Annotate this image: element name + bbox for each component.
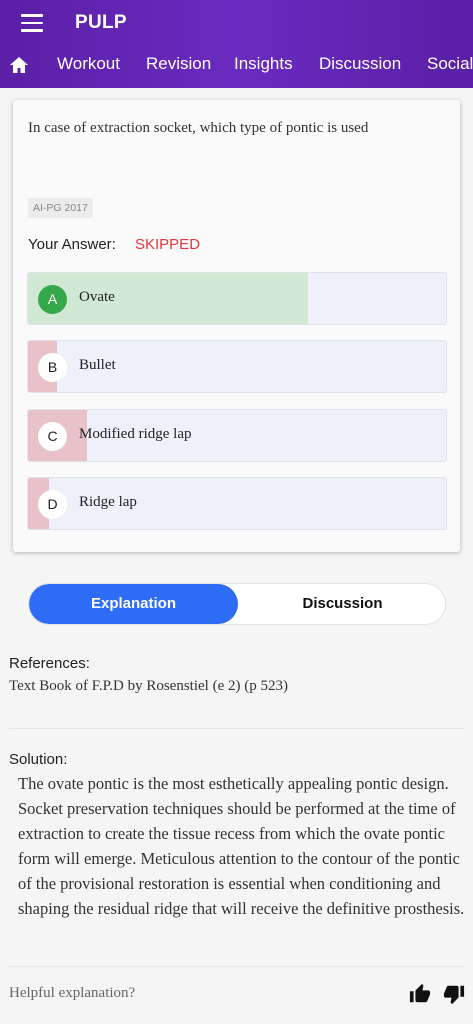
tab-insights[interactable]: Insights (234, 54, 293, 74)
option-a[interactable]: A Ovate (27, 272, 447, 325)
option-d[interactable]: D Ridge lap (27, 477, 447, 530)
nav-tabs: Workout Revision Insights Discussion Soc… (0, 44, 473, 88)
your-answer-label: Your Answer: (28, 236, 116, 253)
option-b-letter: B (38, 353, 67, 382)
tab-social[interactable]: Social (427, 54, 473, 74)
divider (9, 966, 464, 967)
option-b[interactable]: B Bullet (27, 340, 447, 393)
option-b-text: Bullet (79, 357, 116, 373)
tab-revision[interactable]: Revision (146, 54, 211, 74)
references-heading: References: (9, 655, 90, 672)
references-text: Text Book of F.P.D by Rosenstiel (e 2) (… (9, 678, 288, 694)
option-d-letter: D (38, 490, 67, 519)
option-a-share-bar (28, 273, 309, 324)
discussion-tab[interactable]: Discussion (238, 584, 445, 624)
your-answer-value: SKIPPED (135, 236, 201, 253)
thumbs-down-icon[interactable] (443, 983, 465, 1005)
option-c-letter: C (38, 422, 67, 451)
tab-workout[interactable]: Workout (57, 54, 120, 74)
solution-heading: Solution: (9, 751, 68, 768)
option-a-letter: A (38, 285, 67, 314)
option-d-text: Ridge lap (79, 494, 137, 510)
hamburger-menu-icon[interactable] (21, 14, 43, 32)
exam-tag: AI-PG 2017 (28, 198, 93, 218)
solution-text: The ovate pontic is the most estheticall… (18, 774, 465, 918)
explanation-tab[interactable]: Explanation (29, 584, 238, 624)
app-title: PULP (75, 12, 127, 33)
tab-discussion[interactable]: Discussion (319, 54, 401, 74)
app-header: PULP Workout Revision Insights Discussio… (0, 0, 473, 88)
thumbs-up-icon[interactable] (409, 983, 431, 1005)
option-c[interactable]: C Modified ridge lap (27, 409, 447, 462)
divider (9, 728, 464, 729)
explanation-discussion-toggle: Explanation Discussion (28, 583, 446, 625)
helpful-prompt: Helpful explanation? (9, 985, 136, 1001)
home-icon[interactable] (9, 56, 29, 74)
option-c-text: Modified ridge lap (79, 426, 192, 442)
question-card: In case of extraction socket, which type… (13, 100, 460, 552)
option-a-text: Ovate (79, 289, 115, 305)
question-text: In case of extraction socket, which type… (28, 120, 369, 136)
